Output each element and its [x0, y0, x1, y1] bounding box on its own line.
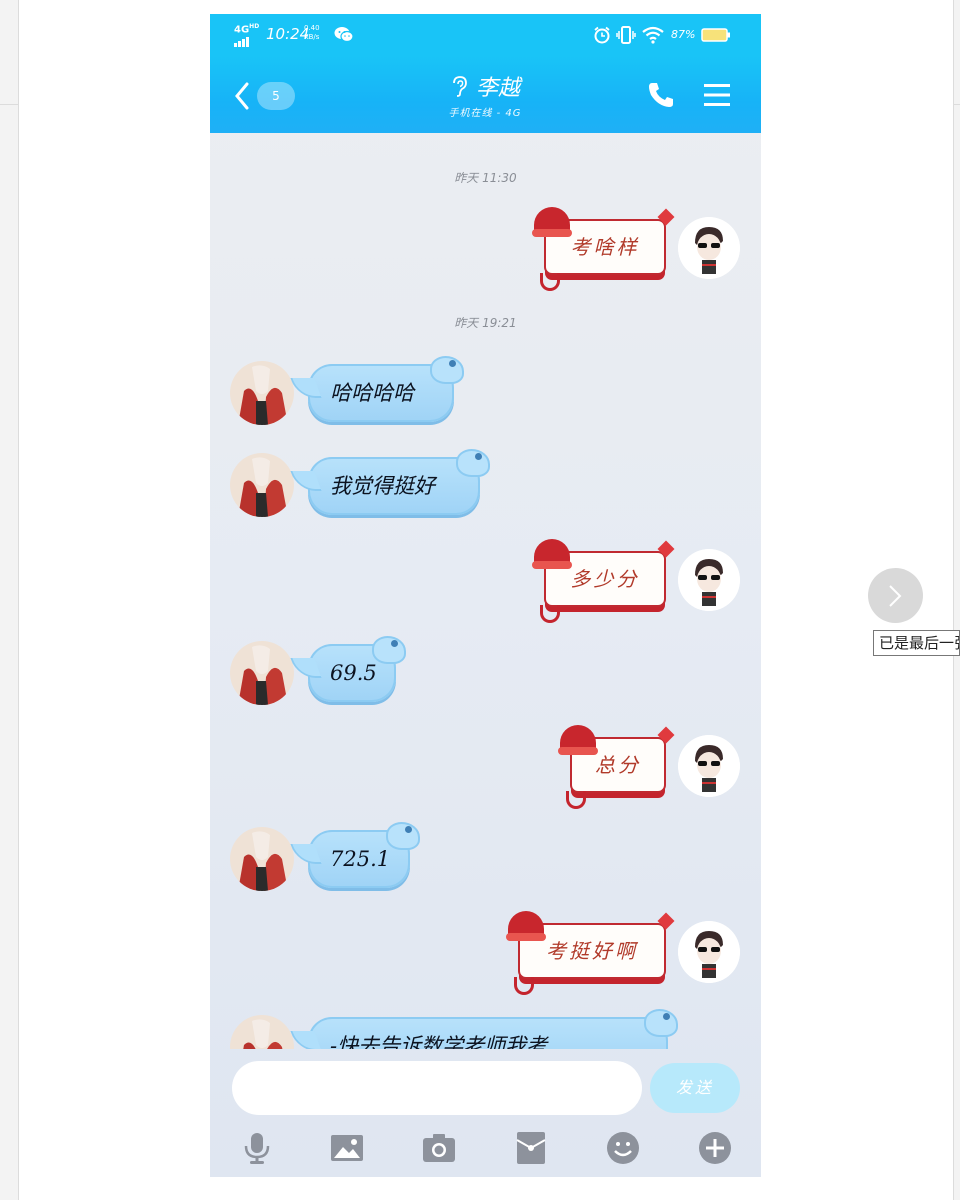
message-bubble-outgoing[interactable]: 多少分	[532, 539, 675, 623]
contact-status: 手机在线 - 4G	[448, 108, 522, 119]
contact-name: 李越	[475, 76, 520, 101]
status-bar: 4GHD 10:24 0.40 KB/s 87%	[210, 14, 761, 56]
last-image-tooltip: 已是最后一张	[873, 630, 960, 656]
red-packet-icon[interactable]	[514, 1131, 548, 1165]
message-text: 哈哈哈哈	[330, 381, 414, 405]
contact-avatar[interactable]	[230, 453, 294, 517]
avatar-illustration	[678, 549, 740, 611]
avatar-illustration	[678, 735, 740, 797]
menu-icon[interactable]	[702, 80, 732, 110]
avatar-illustration	[230, 641, 294, 705]
message-input[interactable]	[232, 1061, 642, 1115]
message-text: 总分	[595, 753, 641, 777]
santa-hat-decoration	[506, 911, 546, 941]
emoji-icon[interactable]	[606, 1131, 640, 1165]
contact-info[interactable]: 李越 手机在线 - 4G	[400, 70, 570, 119]
microphone-icon[interactable]	[240, 1131, 274, 1165]
cell-signal: 4GHD	[234, 22, 260, 48]
phone-screenshot: 4GHD 10:24 0.40 KB/s 87% 5 李越 手机在线 - 4G …	[210, 14, 761, 1177]
message-bubble-incoming[interactable]: 我觉得挺好	[308, 449, 490, 515]
message-bubble-outgoing[interactable]: 考啥样	[532, 207, 675, 291]
wifi-icon	[642, 26, 664, 44]
battery-icon	[701, 28, 730, 42]
viewer-border-right	[953, 0, 954, 1200]
heart-decoration	[657, 540, 675, 558]
message-bubble-outgoing[interactable]: 考挺好啊	[506, 911, 675, 995]
avatar-illustration	[230, 453, 294, 517]
phone-icon[interactable]	[646, 80, 676, 110]
battery-percent: 87%	[671, 28, 696, 41]
input-bar: 发送	[210, 1049, 761, 1177]
avatar-illustration	[678, 217, 740, 279]
ribbon-decoration	[540, 605, 560, 623]
avatar-illustration	[230, 1015, 294, 1049]
viewer-divider-left	[0, 104, 18, 105]
alarm-icon	[594, 26, 610, 44]
contact-avatar[interactable]	[230, 827, 294, 891]
my-avatar[interactable]	[678, 735, 740, 797]
network-type: 4G	[234, 24, 250, 36]
back-button[interactable]: 5	[230, 76, 320, 116]
speed-value: 0.40	[304, 24, 320, 32]
santa-hat-decoration	[532, 207, 572, 237]
signal-bars-icon	[234, 37, 259, 48]
avatar-illustration	[678, 921, 740, 983]
ribbon-decoration	[566, 791, 586, 809]
my-avatar[interactable]	[678, 921, 740, 983]
message-text: 725.1	[330, 847, 391, 871]
message-bubble-incoming[interactable]: 69.5	[308, 636, 406, 702]
contact-avatar[interactable]	[230, 1015, 294, 1049]
chevron-left-icon	[235, 82, 249, 110]
my-avatar[interactable]	[678, 549, 740, 611]
plus-icon[interactable]	[698, 1131, 732, 1165]
avatar-illustration	[230, 361, 294, 425]
contact-avatar[interactable]	[230, 361, 294, 425]
message-bubble-outgoing[interactable]: 总分	[558, 725, 675, 809]
message-text: -快去告诉数学老师我考	[330, 1034, 548, 1049]
speed-unit: KB/s	[304, 33, 320, 41]
heart-decoration	[657, 208, 675, 226]
chat-header: 5 李越 手机在线 - 4G	[210, 56, 761, 133]
wechat-icon	[334, 27, 354, 43]
santa-hat-decoration	[532, 539, 572, 569]
message-bubble-incoming[interactable]: 725.1	[308, 822, 420, 888]
message-text: 我觉得挺好	[330, 474, 435, 498]
message-text: 考啥样	[570, 235, 640, 259]
ear-icon	[453, 76, 467, 97]
message-text: 考挺好啊	[546, 939, 638, 963]
vibrate-icon	[616, 26, 636, 44]
message-text: 69.5	[330, 661, 377, 685]
timestamp: 昨天 11:30	[454, 171, 517, 185]
heart-decoration	[657, 912, 675, 930]
image-icon[interactable]	[330, 1131, 364, 1165]
heart-decoration	[657, 726, 675, 744]
camera-icon[interactable]	[422, 1131, 456, 1165]
network-speed: 0.40 KB/s	[304, 24, 324, 42]
chevron-right-icon	[889, 585, 902, 607]
my-avatar[interactable]	[678, 217, 740, 279]
avatar-illustration	[230, 827, 294, 891]
viewer-border-left	[18, 0, 19, 1200]
network-badge: HD	[249, 23, 260, 30]
status-time: 10:24	[266, 25, 310, 43]
send-button[interactable]: 发送	[650, 1063, 740, 1113]
unread-count-badge: 5	[257, 82, 295, 110]
contact-avatar[interactable]	[230, 641, 294, 705]
next-image-button[interactable]	[868, 568, 923, 623]
viewer-divider-right	[954, 104, 960, 105]
timestamp: 昨天 19:21	[454, 316, 517, 330]
message-text: 多少分	[570, 567, 640, 591]
ribbon-decoration	[514, 977, 534, 995]
ribbon-decoration	[540, 273, 560, 291]
santa-hat-decoration	[558, 725, 598, 755]
message-list[interactable]: 昨天 11:30 考啥样 昨天 19:21 哈哈哈哈 我觉得挺好 多少分 69.…	[210, 133, 761, 1049]
message-bubble-incoming[interactable]: 哈哈哈哈	[308, 356, 464, 422]
message-bubble-incoming[interactable]: -快去告诉数学老师我考	[308, 1009, 678, 1049]
